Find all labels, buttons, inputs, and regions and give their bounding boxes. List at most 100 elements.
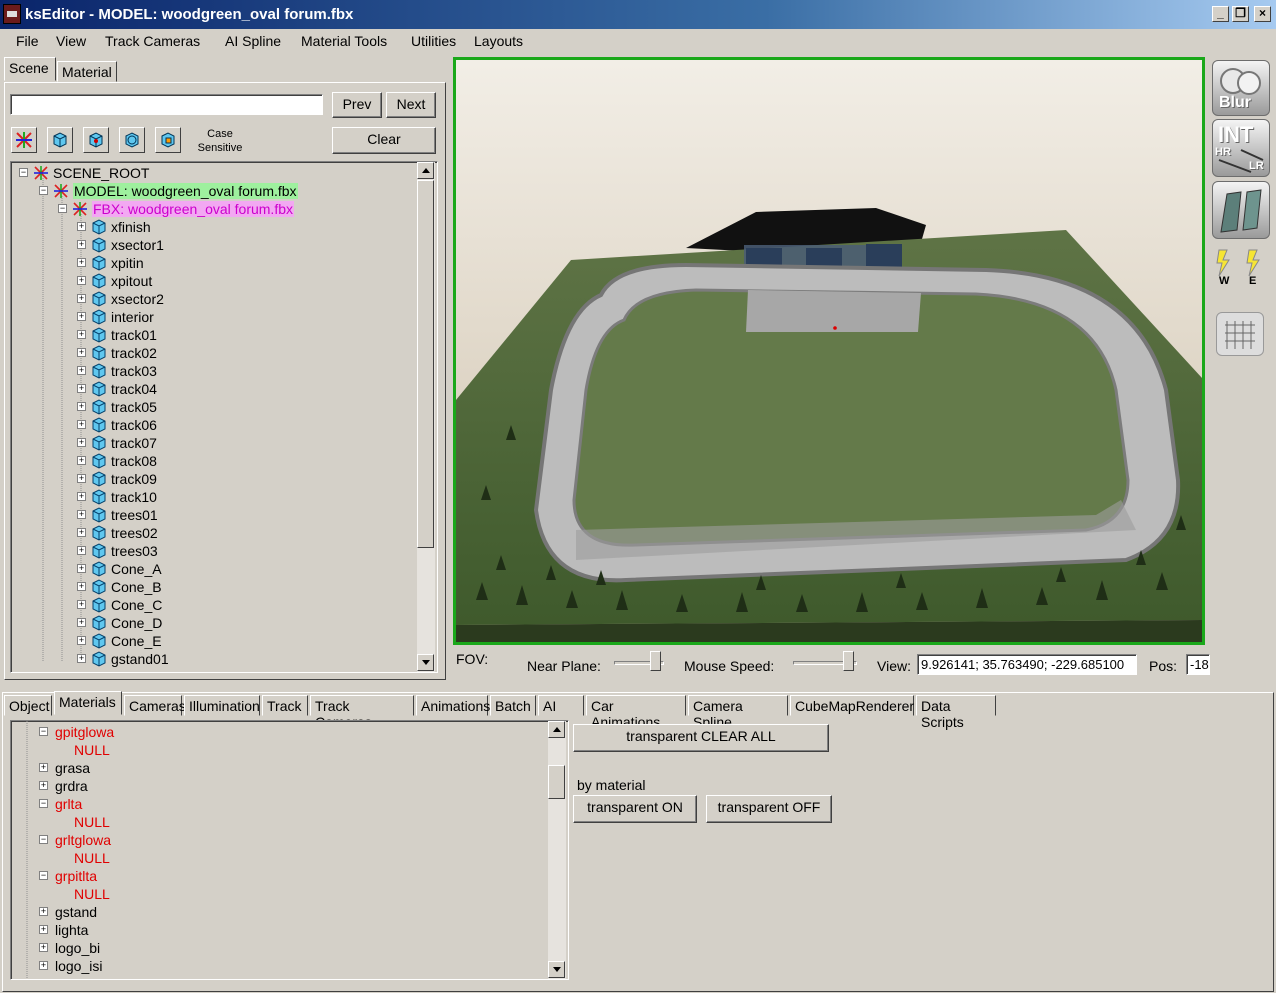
- menu-layouts[interactable]: Layouts: [474, 33, 523, 49]
- mesh-filter-icon[interactable]: [47, 127, 73, 153]
- expand-toggle[interactable]: +: [77, 384, 86, 393]
- material-node[interactable]: + grdra: [11, 777, 541, 795]
- menu-file[interactable]: File: [16, 33, 39, 49]
- scene-root-filter-icon[interactable]: [11, 127, 37, 153]
- expand-toggle[interactable]: +: [77, 618, 86, 627]
- expand-toggle[interactable]: +: [77, 420, 86, 429]
- wireframe-button[interactable]: [1212, 181, 1270, 239]
- tree-node-mesh[interactable]: + track03: [11, 362, 411, 380]
- scroll-down-button[interactable]: [417, 654, 434, 671]
- tree-node-mesh[interactable]: + trees02: [11, 524, 411, 542]
- tree-node-mesh[interactable]: + xsector2: [11, 290, 411, 308]
- tab-object[interactable]: Object: [4, 695, 52, 716]
- material-node[interactable]: − gpitglowa: [11, 723, 541, 741]
- blur-button[interactable]: Blur: [1212, 60, 1270, 116]
- expand-toggle[interactable]: +: [77, 492, 86, 501]
- expand-toggle[interactable]: +: [77, 564, 86, 573]
- tab-animations[interactable]: Animations: [416, 695, 490, 716]
- restore-button[interactable]: ❐: [1232, 6, 1249, 22]
- materials-scrollbar[interactable]: [548, 721, 566, 979]
- material-node[interactable]: − grlta: [11, 795, 541, 813]
- collapse-toggle[interactable]: −: [39, 186, 48, 195]
- expand-toggle[interactable]: +: [77, 474, 86, 483]
- tab-scene[interactable]: Scene: [4, 57, 56, 81]
- expand-toggle[interactable]: +: [39, 763, 48, 772]
- expand-toggle[interactable]: +: [77, 438, 86, 447]
- collapse-toggle[interactable]: −: [19, 168, 28, 177]
- expand-toggle[interactable]: +: [77, 258, 86, 267]
- material-node[interactable]: − grltglowa: [11, 831, 541, 849]
- material-child-node[interactable]: NULL: [11, 885, 541, 903]
- tree-node-mesh[interactable]: + Cone_C: [11, 596, 411, 614]
- tab-data-scripts[interactable]: Data Scripts: [916, 695, 996, 730]
- materials-scroll-thumb[interactable]: [548, 765, 565, 799]
- tree-node-mesh[interactable]: + track04: [11, 380, 411, 398]
- menu-material-tools[interactable]: Material Tools: [301, 33, 387, 49]
- tree-node-mesh[interactable]: + Cone_B: [11, 578, 411, 596]
- menu-view[interactable]: View: [56, 33, 86, 49]
- tree-node-mesh[interactable]: + track02: [11, 344, 411, 362]
- scroll-thumb[interactable]: [417, 180, 434, 548]
- expand-toggle[interactable]: +: [77, 330, 86, 339]
- expand-toggle[interactable]: +: [77, 240, 86, 249]
- expand-toggle[interactable]: +: [77, 636, 86, 645]
- material-child-node[interactable]: NULL: [11, 813, 541, 831]
- expand-toggle[interactable]: +: [77, 600, 86, 609]
- tree-node-mesh[interactable]: + xsector1: [11, 236, 411, 254]
- expand-toggle[interactable]: +: [77, 312, 86, 321]
- tree-node-mesh[interactable]: + trees01: [11, 506, 411, 524]
- pos-field[interactable]: -18.: [1186, 654, 1210, 675]
- int-button[interactable]: INT HR LR: [1212, 119, 1270, 177]
- tab-track-cameras[interactable]: Track Cameras: [310, 695, 414, 730]
- expand-toggle[interactable]: +: [77, 402, 86, 411]
- expand-toggle[interactable]: +: [77, 654, 86, 663]
- tree-node-mesh[interactable]: + track08: [11, 452, 411, 470]
- mouse-speed-slider[interactable]: [843, 651, 854, 671]
- expand-toggle[interactable]: +: [77, 582, 86, 591]
- tab-car-animations[interactable]: Car Animations: [586, 695, 686, 730]
- expand-toggle[interactable]: +: [39, 907, 48, 916]
- grid-toggle-button[interactable]: [1216, 312, 1264, 356]
- collapse-toggle[interactable]: −: [39, 727, 48, 736]
- menu-utilities[interactable]: Utilities: [411, 33, 456, 49]
- material-node[interactable]: + logo_bi: [11, 939, 541, 957]
- collapse-toggle[interactable]: −: [39, 799, 48, 808]
- node-filter-icon[interactable]: [83, 127, 109, 153]
- tab-material[interactable]: Material: [57, 61, 117, 82]
- next-button[interactable]: Next: [386, 92, 436, 118]
- tab-materials[interactable]: Materials: [54, 691, 122, 715]
- expand-toggle[interactable]: +: [77, 366, 86, 375]
- tree-node-mesh[interactable]: + track09: [11, 470, 411, 488]
- expand-toggle[interactable]: +: [77, 276, 86, 285]
- material-node[interactable]: + logo_isi: [11, 957, 541, 975]
- tree-node-mesh[interactable]: + interior: [11, 308, 411, 326]
- tree-node-mesh[interactable]: + Cone_A: [11, 560, 411, 578]
- tree-node-mesh[interactable]: + track06: [11, 416, 411, 434]
- tree-node-mesh[interactable]: + xpitin: [11, 254, 411, 272]
- tree-node-mesh[interactable]: + track10: [11, 488, 411, 506]
- tab-ai[interactable]: AI: [538, 695, 584, 716]
- tree-node-mesh[interactable]: + xfinish: [11, 218, 411, 236]
- near-plane-slider[interactable]: [650, 651, 661, 671]
- search-input[interactable]: [10, 94, 323, 115]
- expand-toggle[interactable]: +: [77, 546, 86, 555]
- expand-toggle[interactable]: +: [77, 294, 86, 303]
- tree-node-mesh[interactable]: + trees03: [11, 542, 411, 560]
- material-filter-icon[interactable]: [119, 127, 145, 153]
- tab-cubemaprenderer[interactable]: CubeMapRenderer: [790, 695, 914, 716]
- scene-tree-scrollbar[interactable]: [417, 162, 435, 672]
- tree-node-fbx[interactable]: − FBX: woodgreen_oval forum.fbx: [11, 200, 411, 218]
- transparent-off-button[interactable]: transparent OFF: [706, 795, 832, 823]
- tab-camera-spline[interactable]: Camera Spline: [688, 695, 788, 730]
- material-child-node[interactable]: NULL: [11, 741, 541, 759]
- menu-track-cameras[interactable]: Track Cameras: [105, 33, 200, 49]
- material-node[interactable]: + gstand: [11, 903, 541, 921]
- tab-cameras[interactable]: Cameras: [124, 695, 186, 716]
- expand-toggle[interactable]: +: [77, 510, 86, 519]
- material-node[interactable]: − grpitlta: [11, 867, 541, 885]
- tree-node-mesh[interactable]: + Cone_D: [11, 614, 411, 632]
- expand-toggle[interactable]: +: [77, 222, 86, 231]
- transparent-on-button[interactable]: transparent ON: [573, 795, 697, 823]
- tab-batch[interactable]: Batch: [490, 695, 536, 716]
- transparent-clear-all-button[interactable]: transparent CLEAR ALL: [573, 724, 829, 752]
